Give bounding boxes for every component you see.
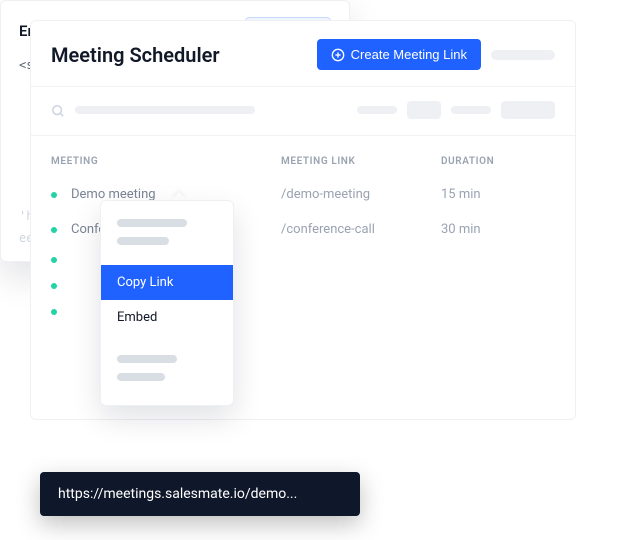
meeting-link: /conference-call	[281, 222, 591, 237]
create-meeting-link-label: Create Meeting Link	[351, 47, 467, 62]
col-head-meeting: MEETING	[51, 156, 281, 167]
search-icon[interactable]	[51, 103, 65, 117]
col-head-link: MEETING LINK	[281, 156, 441, 167]
actions-popover: Copy Link Embed	[100, 200, 234, 406]
meeting-link: /demo-meeting	[281, 187, 441, 202]
filter-placeholder-2	[451, 106, 491, 114]
create-meeting-link-button[interactable]: Create Meeting Link	[317, 39, 481, 70]
menu-placeholder	[117, 355, 177, 363]
status-dot-icon	[51, 257, 57, 263]
copied-url-toast: https://meetings.salesmate.io/demo...	[40, 472, 360, 516]
page-title: Meeting Scheduler	[51, 43, 220, 67]
status-dot-icon	[51, 309, 57, 315]
col-head-duration: DURATION	[441, 156, 555, 167]
plus-circle-icon	[331, 48, 345, 62]
filter-chip[interactable]	[407, 101, 441, 119]
header-placeholder	[491, 50, 555, 60]
filters-row	[31, 87, 575, 136]
menu-placeholder	[117, 237, 169, 245]
status-dot-icon	[51, 192, 57, 198]
menu-placeholder	[117, 219, 187, 227]
status-dot-icon	[51, 283, 57, 289]
filter-dropdown[interactable]	[501, 101, 555, 119]
menu-placeholder	[117, 373, 165, 381]
table-head: MEETING MEETING LINK DURATION	[31, 136, 575, 175]
header-row: Meeting Scheduler Create Meeting Link	[31, 21, 575, 87]
filter-placeholder	[357, 106, 397, 114]
meeting-duration: 30 min	[441, 222, 481, 237]
status-dot-icon	[51, 227, 57, 233]
popover-caret-icon	[172, 192, 186, 200]
meeting-duration: 15 min	[441, 187, 481, 202]
menu-item-embed[interactable]: Embed	[101, 300, 233, 335]
search-input[interactable]	[75, 106, 255, 114]
menu-item-copy-link[interactable]: Copy Link	[101, 265, 233, 300]
